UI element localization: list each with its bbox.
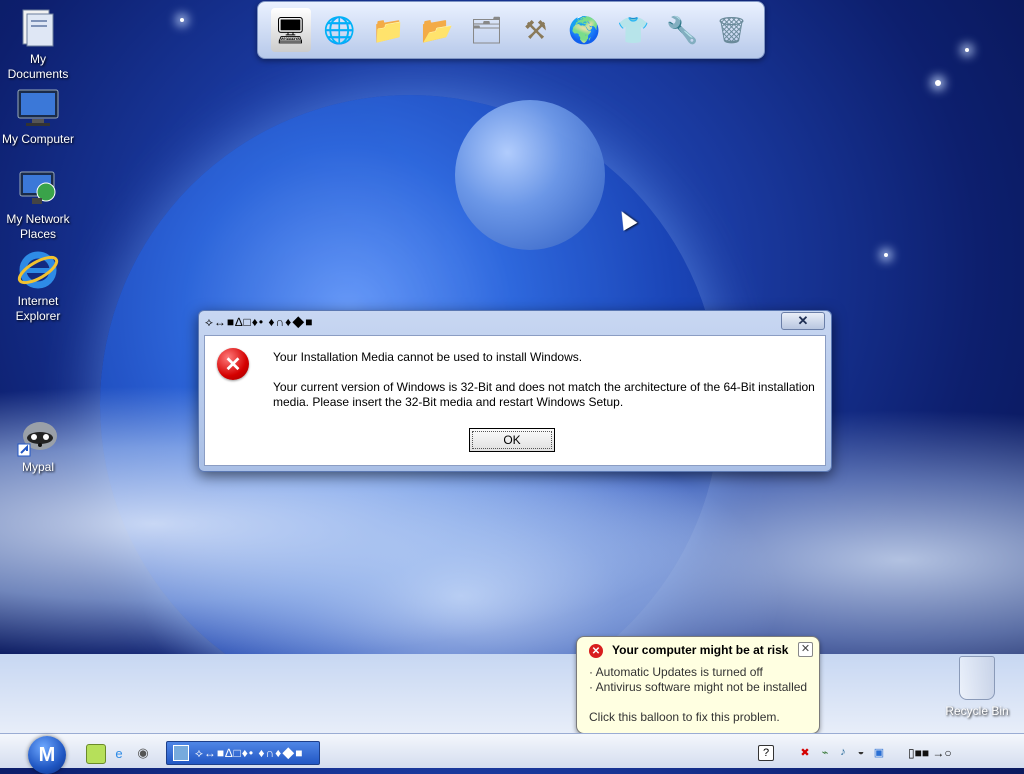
desktop-icon-label: Mypal [21,460,54,474]
dialog-body-text: Your current version of Windows is 32-Bi… [273,380,815,409]
wallpaper-star [180,18,184,22]
globe-network-icon[interactable]: 🌐 [320,8,360,52]
window-icon [173,745,189,761]
network-icon[interactable]: ⌁ [818,745,832,759]
ok-button[interactable]: OK [469,428,555,452]
internet-explorer-icon [16,248,60,292]
security-shield-icon: ✕ [589,644,603,658]
wallpaper-star [935,80,941,86]
desktop-icon-my-documents[interactable]: My Documents [0,6,78,82]
recycle-bin-icon [959,656,995,700]
folder-green-icon[interactable]: 📂 [418,8,458,52]
desktop-icon-recycle-bin[interactable]: Recycle Bin [940,656,1014,718]
show-desktop-icon[interactable] [86,744,106,764]
tshirt-icon[interactable]: 👕 [614,8,654,52]
desktop-icon-label: My Network Places [6,212,70,241]
desktop-icon-label: My Documents [7,52,69,81]
desktop-icon-label: Internet Explorer [15,294,61,323]
taskbar [0,733,1024,768]
balloon-close-button[interactable]: ✕ [798,642,813,657]
dialog-message: Your Installation Media cannot be used t… [273,350,823,425]
wallpaper-star [884,253,888,257]
setup-error-dialog: ⟡↔■∆□♦• ♦∩♦◆■ ✕ ✕ Your Installation Medi… [198,310,832,472]
desktop-icon-internet-explorer[interactable]: Internet Explorer [0,248,78,324]
internet-explorer-icon[interactable]: e [110,744,128,762]
raccoon-mypal-icon[interactable]: ◉ [134,744,152,762]
shield-icon[interactable]: ◒ [854,745,868,759]
balloon-footer: Click this balloon to fix this problem. [589,710,780,724]
folder-pictures-icon[interactable]: 🗂 [467,8,507,52]
dialog-title: ⟡↔■∆□♦• ♦∩♦◆■ [205,315,314,329]
wallpaper-moon [455,100,605,250]
folder-documents-icon [16,6,60,50]
balloon-messages: · Automatic Updates is turned off · Anti… [589,665,807,695]
computer-monitor-icon [16,86,60,130]
hammer-wrench-icon[interactable]: 🔧 [663,8,703,52]
taskbar-clock[interactable]: ▯■■ →○ [908,746,952,760]
desktop-icon-my-network-places[interactable]: My Network Places [0,166,78,242]
globe-arrow-icon[interactable]: 🌍 [565,8,605,52]
folder-icon[interactable]: 📁 [369,8,409,52]
security-alert-icon[interactable]: ✖ [798,745,812,759]
wallpaper-star [965,48,969,52]
help-question-icon[interactable]: ? [758,745,774,761]
security-balloon[interactable]: ✕ Your computer might be at risk ✕ · Aut… [576,636,820,747]
desktop-icon-my-computer[interactable]: My Computer [0,86,78,147]
taskbar-button-label: ⟡↔■∆□♦• ♦∩♦◆■ [195,745,304,760]
dialog-heading: Your Installation Media cannot be used t… [273,350,583,364]
dialog-close-button[interactable]: ✕ [781,312,825,330]
taskbar-button-setup[interactable]: ⟡↔■∆□♦• ♦∩♦◆■ [166,741,320,765]
tools-icon[interactable]: ⚒ [516,8,556,52]
close-icon: ✕ [797,313,809,328]
display-icon[interactable]: ▣ [872,745,886,759]
network-places-icon [16,166,60,210]
balloon-title: Your computer might be at risk [612,643,789,657]
desktop-icon-label: My Computer [1,132,75,146]
dialog-body: ✕ Your Installation Media cannot be used… [204,335,826,466]
raccoon-mypal-icon [16,414,60,458]
start-button[interactable]: M [28,736,66,774]
desktop-icon-label: Recycle Bin [945,704,1009,718]
balloon-line: · Antivirus software might not be instal… [589,680,808,694]
recycle-bin-icon[interactable]: 🗑 [712,8,752,52]
error-x-icon: ✕ [217,348,249,380]
desktop-icon-mypal[interactable]: Mypal [0,414,78,475]
volume-icon[interactable]: ♪ [836,745,850,759]
control-panel-icon[interactable]: 🖥 [270,8,311,52]
wallpaper-snow [0,654,1024,734]
quick-launch-dock: 🖥 🌐 📁 📂 🗂 ⚒ 🌍 👕 🔧 🗑 [257,1,765,59]
balloon-line: · Automatic Updates is turned off [589,665,763,679]
